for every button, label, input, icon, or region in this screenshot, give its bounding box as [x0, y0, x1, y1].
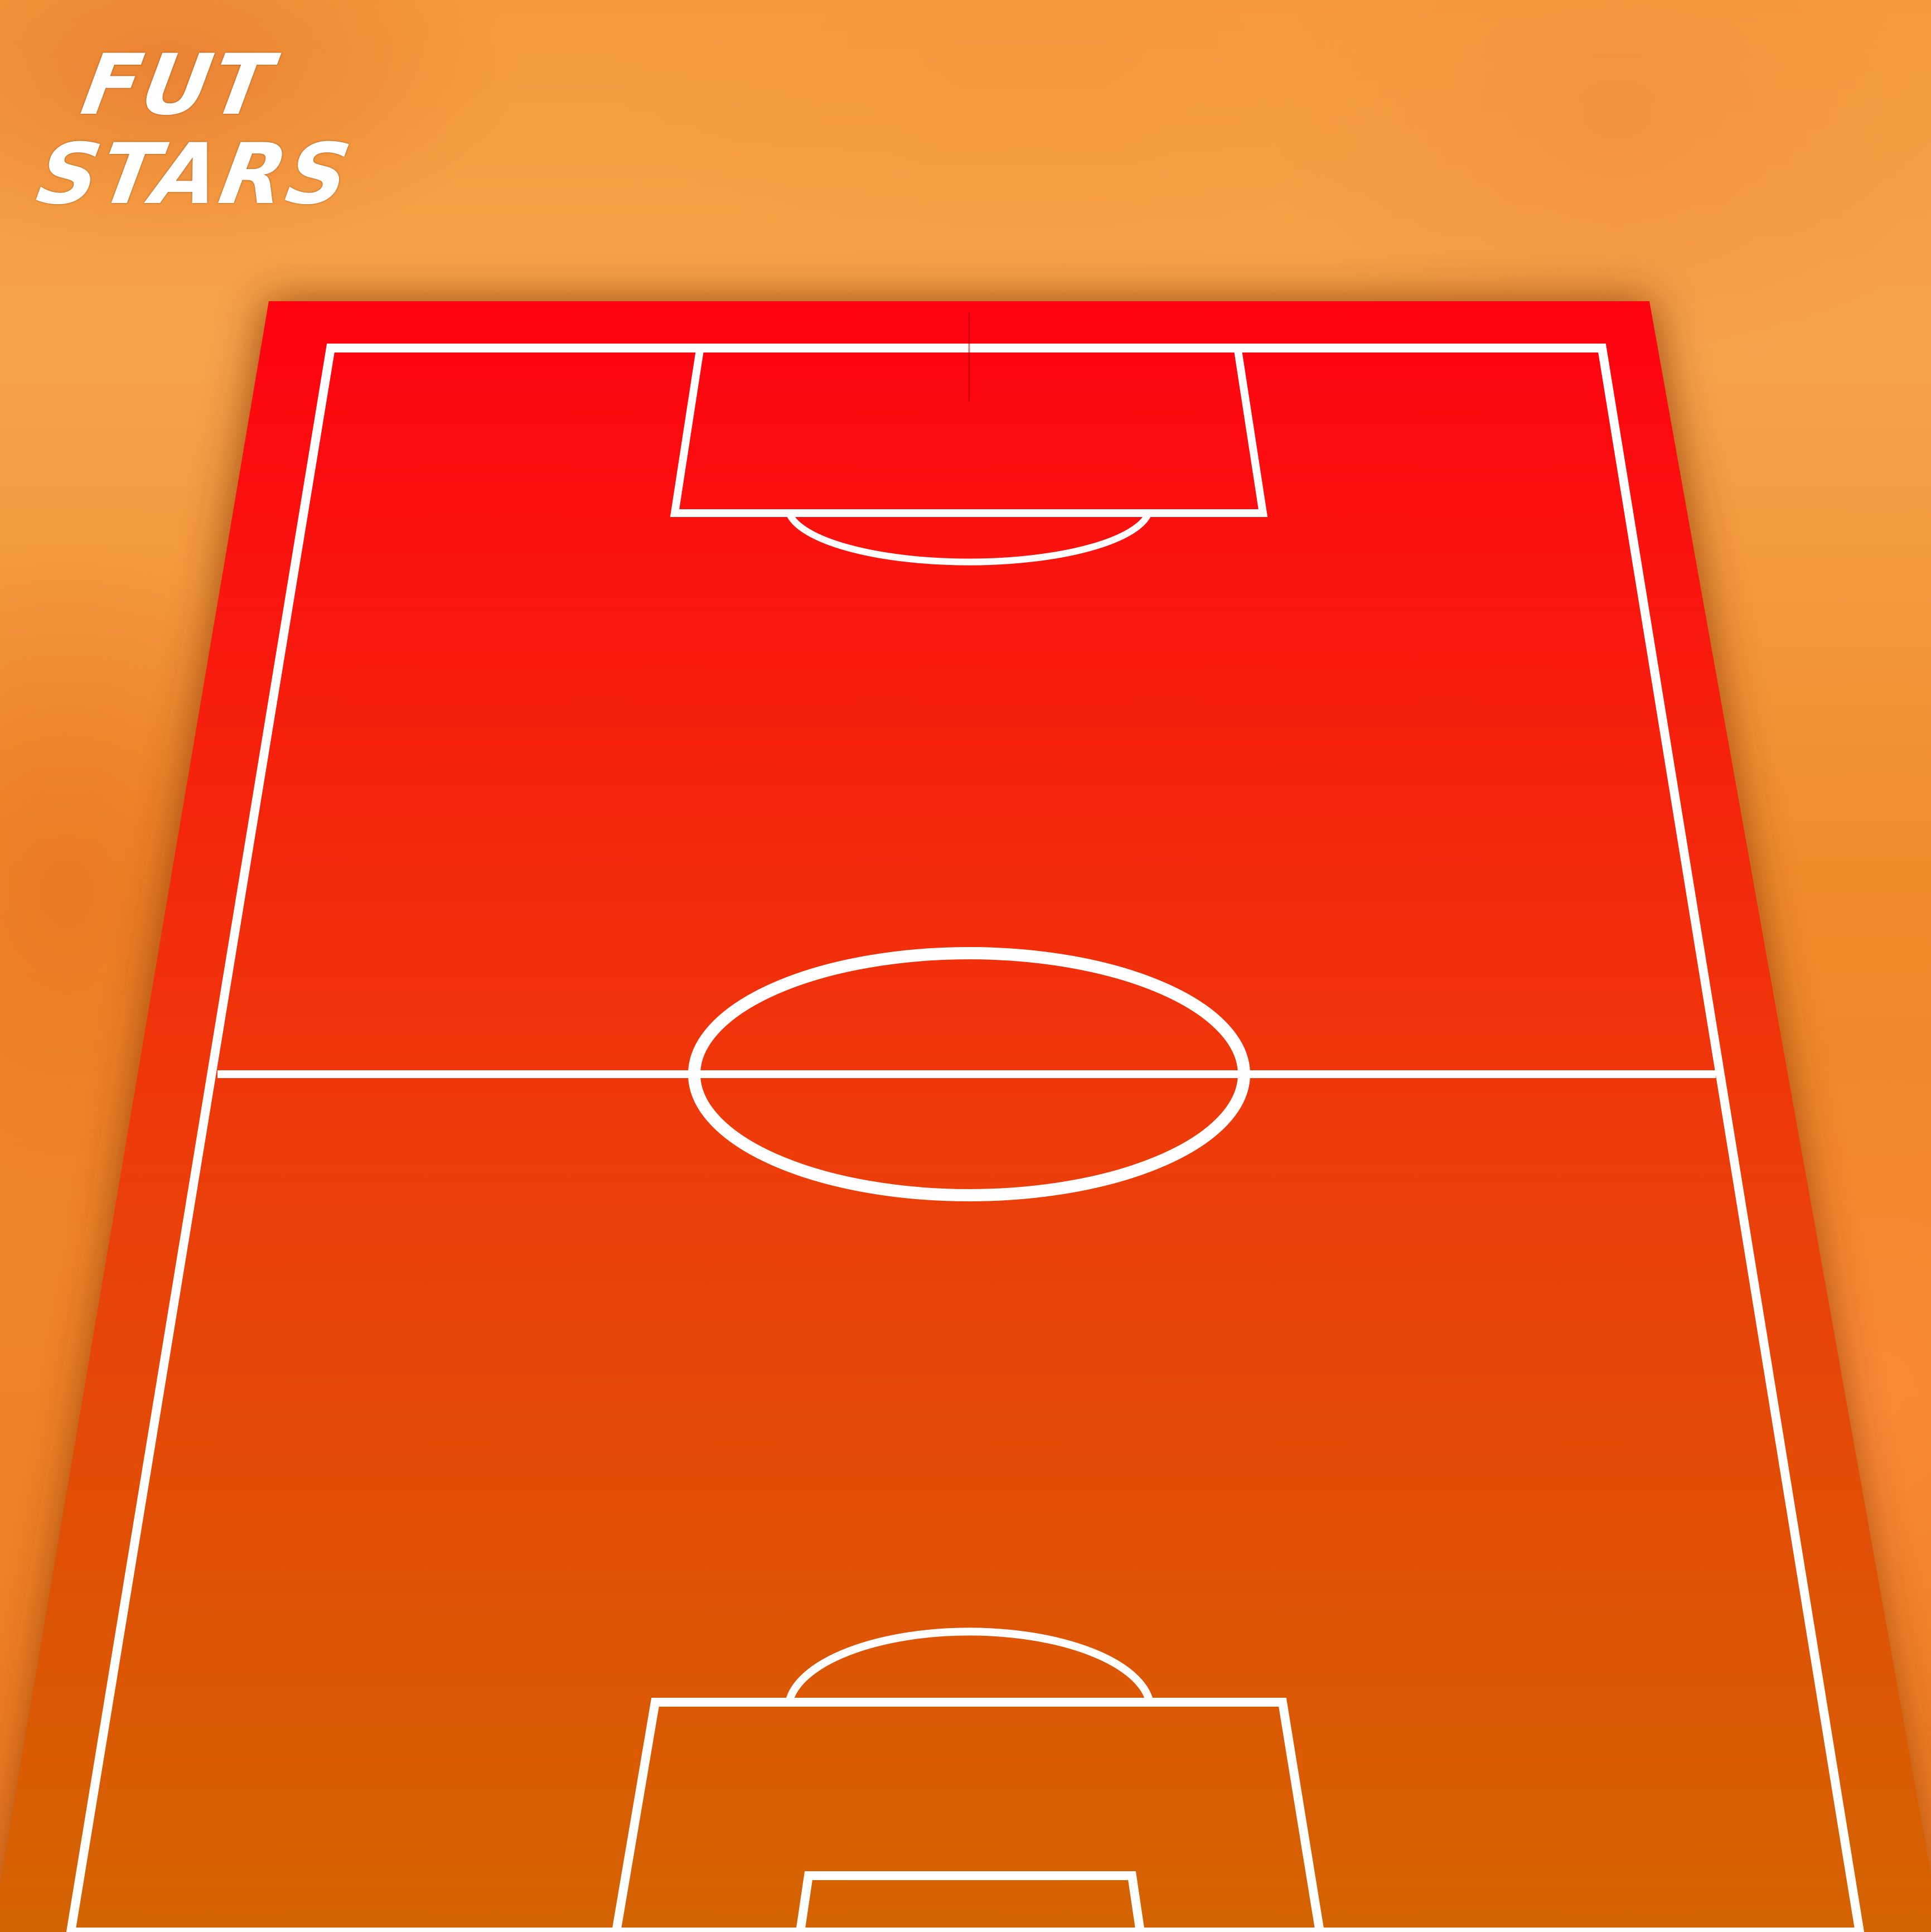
fut-stars-logo: FUT STARS: [31, 37, 359, 240]
football-pitch: [0, 301, 1931, 1932]
logo-text-stars: STARS: [30, 126, 359, 223]
game-canvas: FUT STARS: [0, 0, 1931, 1932]
pitch-surface: [0, 301, 1931, 1932]
logo-text-fut: FUT: [75, 37, 281, 134]
